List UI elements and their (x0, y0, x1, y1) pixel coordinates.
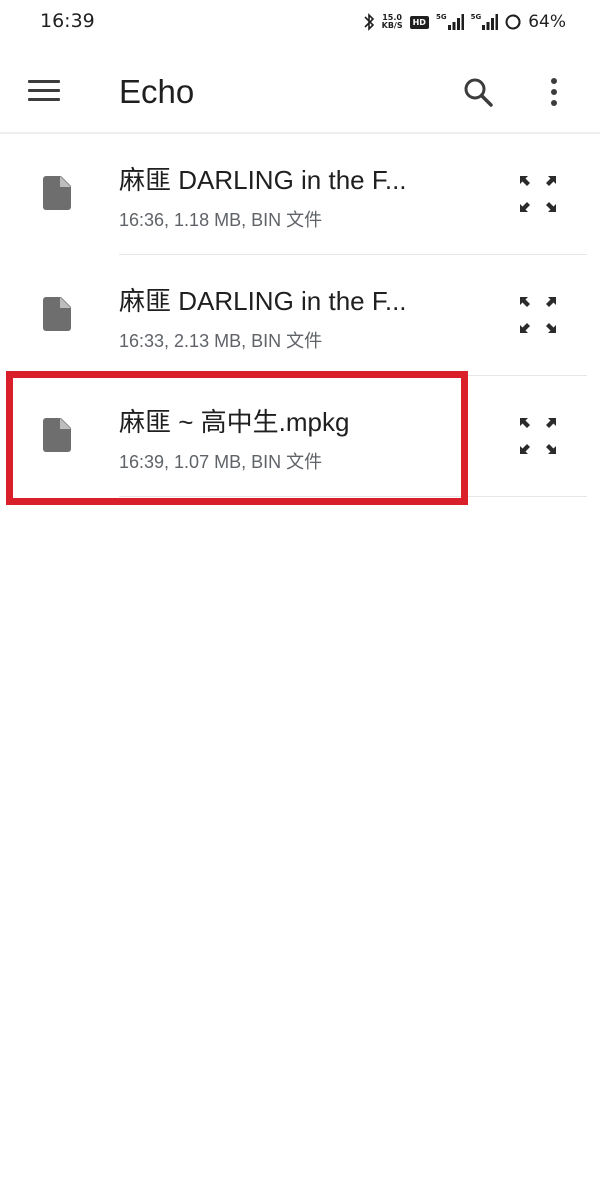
search-button[interactable] (460, 74, 496, 110)
file-row[interactable]: 麻匪 DARLING in the F... 16:36, 1.18 MB, B… (0, 134, 600, 255)
menu-button[interactable] (28, 80, 60, 102)
signal-icon-2: 5G (471, 14, 499, 30)
file-name: 麻匪 DARLING in the F... (119, 286, 407, 316)
hamburger-line (28, 98, 60, 101)
more-vert-icon (551, 78, 557, 106)
status-icons: 15.0 KB/S HD 5G 5G 64% (363, 11, 566, 33)
file-name: 麻匪 ~ 高中生.mpkg (119, 407, 350, 437)
more-options-button[interactable] (542, 74, 566, 110)
battery-icon (505, 14, 521, 30)
hamburger-icon (28, 80, 60, 83)
app-bar: Echo (0, 48, 600, 136)
file-row[interactable]: 麻匪 DARLING in the F... 16:33, 2.13 MB, B… (0, 255, 600, 376)
expand-icon (520, 176, 556, 212)
expand-button[interactable] (516, 172, 560, 216)
page-title: Echo (119, 73, 195, 110)
network-speed: 15.0 KB/S (382, 14, 403, 30)
expand-icon (520, 418, 556, 454)
signal-label-2: 5G (470, 13, 482, 21)
hamburger-line (28, 89, 60, 92)
expand-button[interactable] (516, 293, 560, 337)
expand-icon (520, 297, 556, 333)
file-meta: 16:33, 2.13 MB, BIN 文件 (119, 331, 323, 351)
file-icon (43, 297, 71, 331)
bluetooth-icon (363, 13, 375, 31)
file-name: 麻匪 DARLING in the F... (119, 165, 407, 195)
file-meta: 16:36, 1.18 MB, BIN 文件 (119, 210, 323, 230)
expand-button[interactable] (516, 414, 560, 458)
network-speed-unit: KB/S (381, 21, 403, 30)
hd-icon: HD (409, 15, 429, 29)
status-bar: 16:39 15.0 KB/S HD 5G 5G 64% (0, 0, 600, 48)
file-icon (43, 418, 71, 452)
signal-label: 5G (435, 13, 447, 21)
search-icon (464, 78, 493, 107)
signal-icon: 5G (436, 14, 464, 30)
file-row[interactable]: 麻匪 ~ 高中生.mpkg 16:39, 1.07 MB, BIN 文件 (0, 376, 600, 497)
file-meta: 16:39, 1.07 MB, BIN 文件 (119, 452, 323, 472)
battery-percent: 64% (528, 12, 566, 32)
file-icon (43, 176, 71, 210)
file-list: 麻匪 DARLING in the F... 16:36, 1.18 MB, B… (0, 134, 600, 497)
row-divider (119, 496, 587, 497)
status-time: 16:39 (40, 10, 95, 32)
